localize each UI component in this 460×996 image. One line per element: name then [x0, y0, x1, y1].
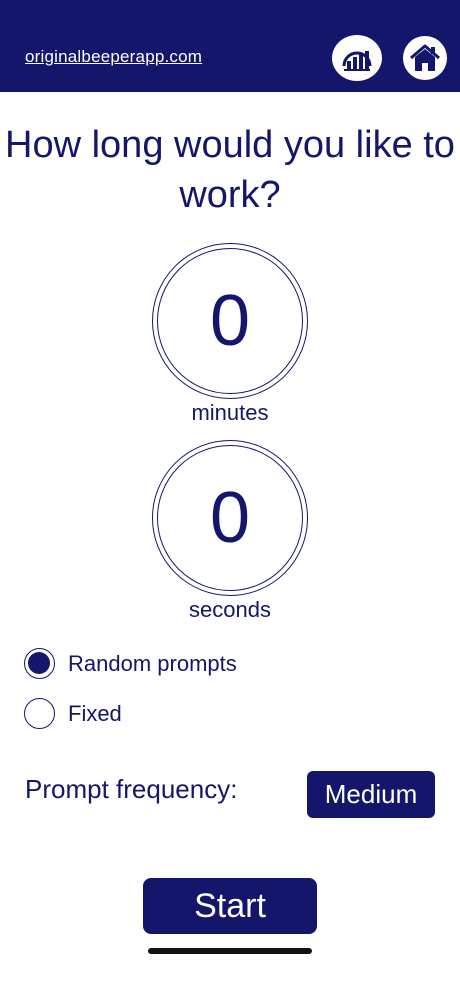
site-link[interactable]: originalbeeperapp.com	[25, 47, 202, 67]
page-title: How long would you like to work?	[5, 124, 455, 216]
prompt-frequency-label: Prompt frequency:	[25, 774, 238, 804]
prompt-frequency-button[interactable]: Medium	[307, 771, 435, 818]
minutes-label: minutes	[191, 400, 269, 425]
home-icon	[410, 44, 440, 71]
bar-chart-icon	[342, 51, 372, 71]
random-prompts-radio[interactable]	[24, 648, 55, 679]
top-bar: originalbeeperapp.com	[0, 0, 460, 92]
seconds-dial[interactable]: 0	[152, 440, 308, 596]
home-button[interactable]	[403, 36, 447, 80]
start-button[interactable]: Start	[143, 878, 317, 934]
home-indicator	[148, 948, 312, 954]
minutes-value: 0	[209, 281, 251, 361]
seconds-value: 0	[209, 478, 251, 558]
random-prompts-option[interactable]: Random prompts	[24, 648, 237, 679]
fixed-label: Fixed	[68, 700, 122, 726]
fixed-option[interactable]: Fixed	[24, 698, 122, 729]
minutes-dial[interactable]: 0	[152, 243, 308, 399]
stats-button[interactable]	[332, 35, 382, 81]
fixed-radio[interactable]	[24, 698, 55, 729]
random-prompts-label: Random prompts	[68, 650, 237, 676]
seconds-label: seconds	[189, 597, 271, 622]
